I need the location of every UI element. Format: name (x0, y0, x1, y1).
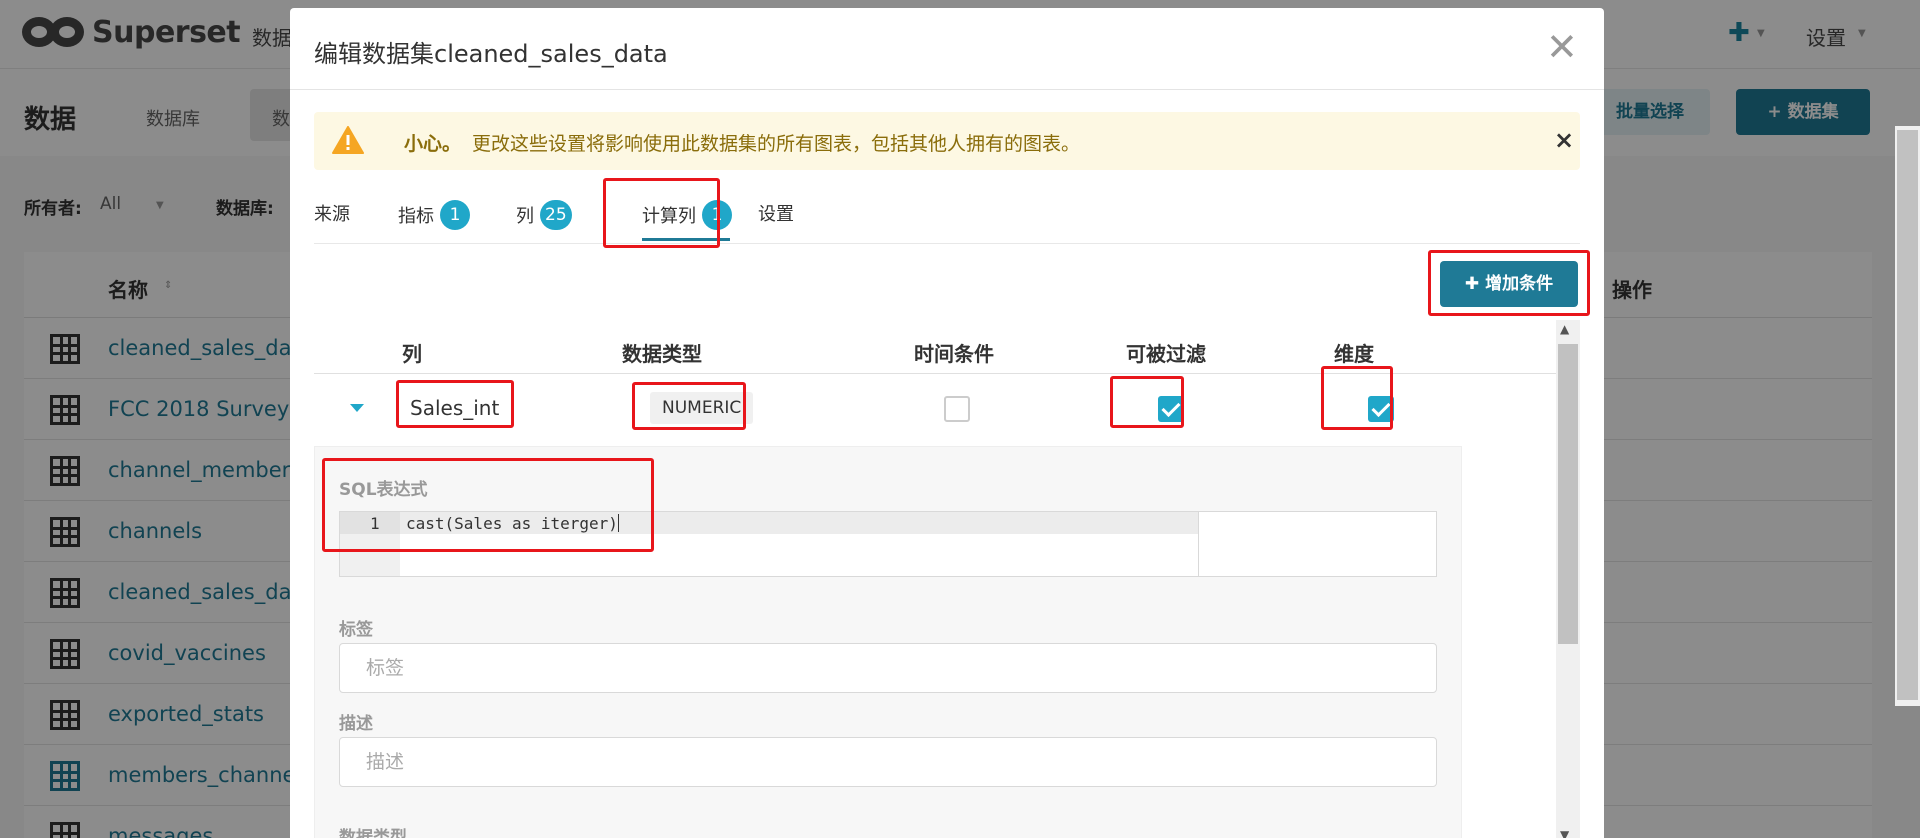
annotation-highlight (1321, 366, 1393, 430)
label-input[interactable] (339, 643, 1437, 693)
count-badge: 1 (440, 200, 470, 230)
expand-caret-icon[interactable] (350, 404, 364, 412)
tab-label: 列 (516, 206, 534, 227)
warning-alert: 小心。 更改这些设置将影响使用此数据集的所有图表，包括其他人拥有的图表。 × (314, 112, 1580, 170)
header-dimension: 维度 (1334, 342, 1374, 366)
close-icon[interactable]: × (1554, 126, 1574, 154)
tab-metrics[interactable]: 指标 1 (398, 200, 470, 230)
edit-dataset-modal: 编辑数据集cleaned_sales_data ✕ 小心。 更改这些设置将影响使… (290, 8, 1604, 838)
annotation-highlight (632, 382, 746, 430)
description-field-label: 描述 (339, 714, 373, 734)
header-data-type: 数据类型 (622, 342, 702, 366)
scroll-down-icon[interactable]: ▼ (1560, 828, 1569, 838)
modal-title: 编辑数据集cleaned_sales_data (314, 40, 668, 68)
alert-message: 更改这些设置将影响使用此数据集的所有图表，包括其他人拥有的图表。 (472, 133, 1081, 155)
annotation-highlight (603, 178, 720, 248)
annotation-highlight (322, 458, 654, 552)
header-column: 列 (402, 342, 422, 366)
annotation-highlight (396, 380, 514, 428)
tab-label: 设置 (758, 204, 794, 225)
close-icon[interactable]: ✕ (1546, 28, 1578, 66)
tab-columns[interactable]: 列 25 (516, 200, 572, 230)
header-filterable: 可被过滤 (1126, 342, 1206, 366)
count-badge: 25 (540, 200, 572, 230)
description-input[interactable] (339, 737, 1437, 787)
annotation-highlight (1110, 376, 1184, 428)
editor-print-margin (1198, 512, 1199, 576)
label-field-label: 标签 (339, 620, 373, 640)
tab-label: 指标 (398, 206, 434, 227)
grid-scrollbar-thumb[interactable] (1558, 344, 1578, 644)
temporal-checkbox[interactable] (944, 396, 970, 422)
dataset-tabs: 来源 指标 1 列 25 计算列 1 设置 (314, 184, 1580, 244)
data-type-field-label: 数据类型 (339, 828, 407, 838)
warning-icon (332, 126, 364, 154)
annotation-highlight (1428, 250, 1590, 316)
tab-label: 来源 (314, 204, 350, 225)
alert-title: 小心。 (404, 133, 462, 155)
tab-source[interactable]: 来源 (314, 200, 350, 226)
modal-header: 编辑数据集cleaned_sales_data ✕ (290, 8, 1604, 90)
header-temporal: 时间条件 (914, 342, 994, 366)
page-scrollbar-thumb[interactable] (1897, 130, 1918, 700)
scroll-up-icon[interactable]: ▲ (1560, 322, 1569, 336)
tab-settings[interactable]: 设置 (758, 200, 794, 226)
